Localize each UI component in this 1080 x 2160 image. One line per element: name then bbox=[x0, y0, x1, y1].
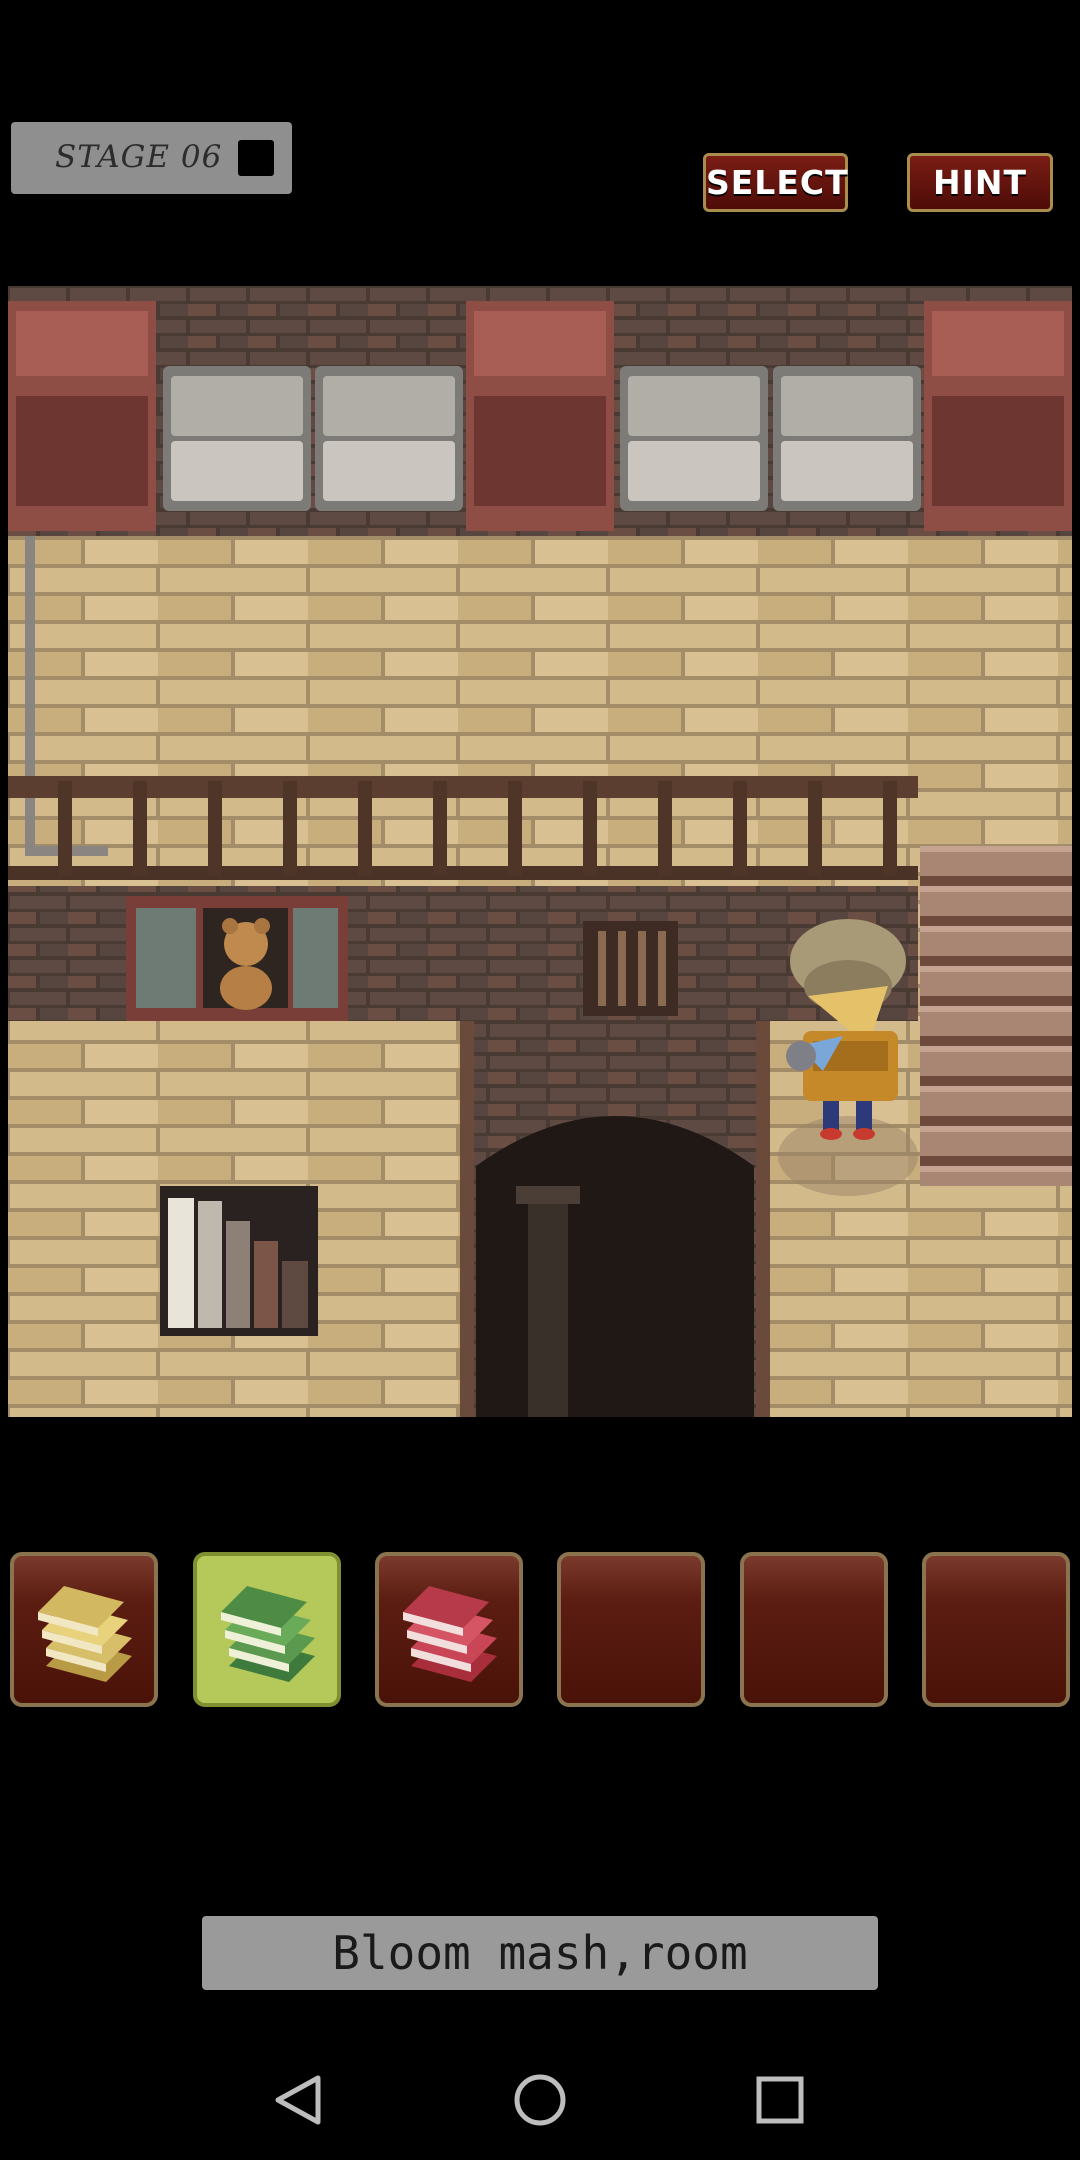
staircase bbox=[920, 846, 1072, 1186]
red-books-icon bbox=[403, 1586, 497, 1682]
teddy-bear-window bbox=[126, 896, 348, 1021]
dark-doorway bbox=[460, 1021, 770, 1417]
hint-button[interactable]: HINT bbox=[907, 153, 1053, 212]
green-books-icon bbox=[221, 1586, 315, 1682]
inventory-slot-6[interactable] bbox=[922, 1552, 1070, 1707]
wall-grate bbox=[583, 921, 678, 1016]
shelf-middle bbox=[466, 301, 614, 531]
shelf-right bbox=[924, 301, 1072, 531]
inventory-slot-2[interactable] bbox=[193, 1552, 341, 1707]
bookshelf-niche bbox=[160, 1186, 318, 1336]
select-button[interactable]: SELECT bbox=[703, 153, 848, 212]
inventory-slot-4[interactable] bbox=[557, 1552, 705, 1707]
yellow-books-icon bbox=[38, 1586, 132, 1682]
inventory-slot-5[interactable] bbox=[740, 1552, 888, 1707]
stage-marker-square bbox=[238, 140, 274, 176]
inventory-slot-3[interactable] bbox=[375, 1552, 523, 1707]
stage-label: STAGE 06 bbox=[55, 139, 223, 175]
explorer-character bbox=[778, 919, 918, 1196]
stage-indicator: STAGE 06 bbox=[11, 122, 292, 194]
recents-icon[interactable] bbox=[740, 2070, 820, 2130]
game-scene[interactable] bbox=[8, 286, 1072, 1417]
message-text: Bloom mash,room bbox=[202, 1916, 878, 1990]
back-icon[interactable] bbox=[260, 2070, 340, 2130]
shelf-left bbox=[8, 301, 156, 531]
inventory-slot-1[interactable] bbox=[10, 1552, 158, 1707]
home-icon[interactable] bbox=[500, 2070, 580, 2130]
